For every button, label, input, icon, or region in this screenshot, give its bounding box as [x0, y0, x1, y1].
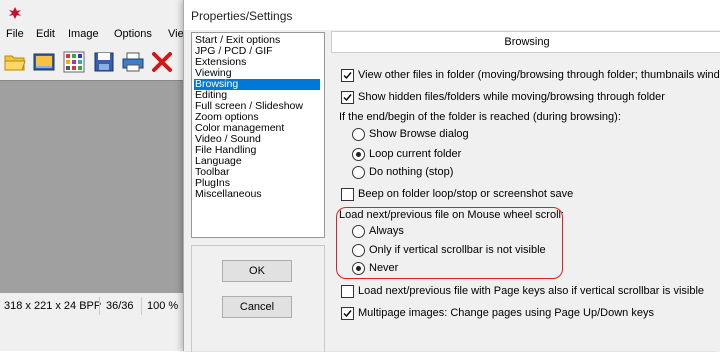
slideshow-icon[interactable]	[32, 50, 56, 74]
radio-button[interactable]	[352, 166, 365, 179]
option-label: Load next/previous file with Page keys a…	[358, 285, 705, 297]
open-folder-icon[interactable]	[3, 50, 27, 74]
button-frame: OK Cancel	[191, 245, 325, 352]
menu-edit[interactable]: Edit	[36, 28, 55, 40]
app-logo-icon	[9, 7, 21, 19]
category-item[interactable]: Miscellaneous	[194, 189, 263, 200]
dialog-title-bar: Properties/Settings	[184, 0, 720, 30]
section-header: Browsing	[331, 31, 720, 53]
ok-button[interactable]: OK	[222, 260, 292, 282]
thumbnails-icon[interactable]	[62, 50, 86, 74]
properties-dialog: Properties/Settings Start / Exit options…	[183, 0, 720, 352]
toolbar	[0, 50, 200, 76]
caption-text: If the end/begin of the folder is reache…	[339, 111, 621, 123]
option-label: Beep on folder loop/stop or screenshot s…	[358, 188, 574, 200]
image-viewport[interactable]	[0, 80, 196, 293]
category-list[interactable]: Start / Exit options JPG / PCD / GIF Ext…	[191, 32, 325, 238]
menu-options[interactable]: Options	[114, 28, 152, 40]
highlight-annotation	[336, 207, 563, 279]
checkbox-checked[interactable]	[341, 69, 354, 82]
checkbox-checked[interactable]	[341, 91, 354, 104]
status-position: 36/36	[106, 300, 134, 312]
option-label: Loop current folder	[369, 148, 462, 160]
radio-dot-icon	[356, 152, 361, 157]
status-dimensions: 318 x 221 x 24 BPP	[4, 300, 102, 312]
status-divider	[99, 297, 100, 315]
checkbox[interactable]	[341, 188, 354, 201]
dialog-title: Properties/Settings	[191, 9, 293, 23]
status-bar: 318 x 221 x 24 BPP 36/36 100 %	[0, 296, 200, 316]
option-label: Multipage images: Change pages using Pag…	[358, 307, 654, 319]
main-window: File Edit Image Options Vie 318 x 221 x …	[0, 0, 200, 351]
checkbox[interactable]	[341, 285, 354, 298]
save-icon[interactable]	[92, 50, 116, 74]
radio-button-selected[interactable]	[352, 148, 365, 161]
option-label: Show Browse dialog	[369, 128, 469, 140]
delete-icon[interactable]	[150, 50, 174, 74]
menu-image[interactable]: Image	[68, 28, 99, 40]
menu-file[interactable]: File	[6, 28, 24, 40]
browsing-panel: View other files in folder (moving/brows…	[331, 53, 720, 351]
option-label: Show hidden files/folders while moving/b…	[358, 91, 665, 103]
option-label: Do nothing (stop)	[369, 166, 454, 178]
option-label: View other files in folder (moving/brows…	[358, 69, 720, 81]
status-divider	[141, 297, 142, 315]
print-icon[interactable]	[121, 50, 145, 74]
radio-button[interactable]	[352, 128, 365, 141]
cancel-button[interactable]: Cancel	[222, 296, 292, 318]
menu-view[interactable]: Vie	[168, 28, 184, 40]
status-zoom: 100 %	[147, 300, 179, 312]
checkbox-checked[interactable]	[341, 307, 354, 320]
window-bottom	[0, 318, 200, 351]
